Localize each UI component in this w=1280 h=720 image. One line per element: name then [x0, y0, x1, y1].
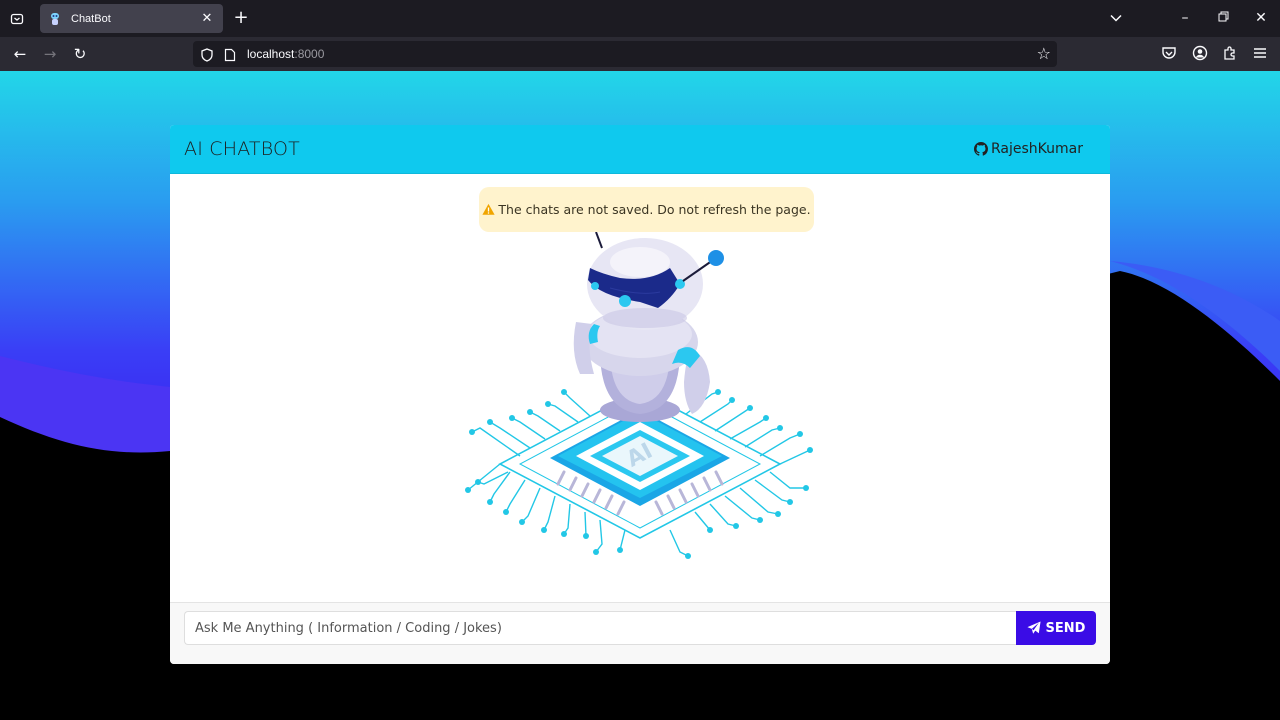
list-all-tabs-icon[interactable] — [1104, 8, 1128, 28]
extensions-icon[interactable] — [1222, 45, 1240, 63]
github-link[interactable]: RajeshKumar — [974, 141, 1083, 157]
send-label: SEND — [1045, 620, 1086, 636]
chat-input[interactable] — [184, 611, 1016, 645]
minimize-icon[interactable]: – — [1173, 8, 1197, 28]
chat-input-bar: SEND — [170, 602, 1110, 664]
warning-icon — [482, 203, 496, 216]
brand-title: AI CHATBOT — [184, 138, 300, 160]
back-icon[interactable]: ← — [9, 43, 31, 65]
account-icon[interactable] — [1192, 45, 1210, 63]
chat-area: AI The chats are not saved. Do not refre… — [170, 174, 1110, 601]
url-host: localhost — [247, 47, 295, 61]
paper-plane-icon — [1026, 621, 1041, 635]
browser-tab-bar: ChatBot ✕ + – ✕ — [0, 0, 1280, 37]
shield-icon[interactable] — [200, 47, 214, 62]
close-tab-icon[interactable]: ✕ — [199, 11, 215, 26]
page-info-icon[interactable] — [224, 47, 236, 62]
alert-text: The chats are not saved. Do not refresh … — [498, 202, 811, 217]
url-bar[interactable]: localhost:8000 ☆ — [193, 41, 1057, 67]
chatbot-card: AI CHATBOT RajeshKumar AI The chats are … — [170, 125, 1110, 664]
url-port: :8000 — [294, 47, 325, 61]
pocket-icon[interactable] — [1161, 45, 1179, 63]
github-icon — [974, 142, 988, 156]
robot-illustration: AI — [465, 232, 813, 559]
tab-list-icon[interactable] — [6, 8, 28, 30]
browser-nav-bar: ← → ↻ localhost:8000 ☆ — [0, 37, 1280, 71]
menu-icon[interactable] — [1252, 45, 1270, 63]
github-username: RajeshKumar — [991, 141, 1083, 157]
send-button[interactable]: SEND — [1016, 611, 1096, 645]
close-window-icon[interactable]: ✕ — [1249, 8, 1273, 28]
browser-tab[interactable]: ChatBot ✕ — [40, 4, 223, 33]
restore-icon[interactable] — [1211, 8, 1235, 28]
tab-title: ChatBot — [71, 12, 111, 25]
new-tab-icon[interactable]: + — [231, 8, 251, 28]
robot-body — [573, 232, 724, 422]
warning-alert: The chats are not saved. Do not refresh … — [479, 187, 814, 232]
page: AI CHATBOT RajeshKumar AI The chats are … — [0, 71, 1280, 720]
forward-icon[interactable]: → — [39, 43, 61, 65]
cpu-chip: AI — [550, 410, 730, 516]
card-header: AI CHATBOT RajeshKumar — [170, 125, 1110, 174]
robot-favicon-icon — [48, 12, 62, 26]
bookmark-star-icon[interactable]: ☆ — [1037, 45, 1051, 63]
reload-icon[interactable]: ↻ — [69, 43, 91, 65]
